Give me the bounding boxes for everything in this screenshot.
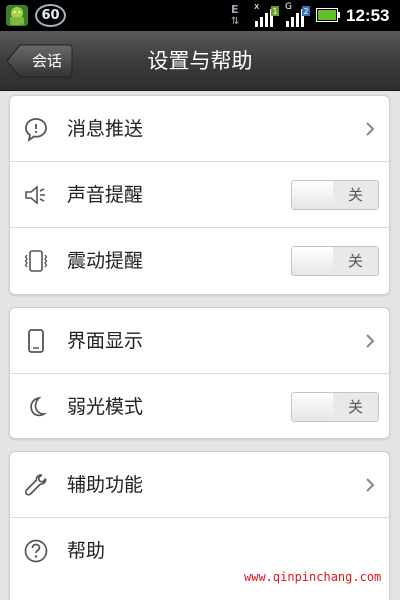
- row-label: 帮助: [67, 540, 106, 562]
- row-low-light-mode: 弱光模式 关: [10, 374, 389, 438]
- network-type-e: E: [231, 3, 239, 16]
- row-label: 消息推送: [67, 118, 144, 140]
- row-sound-alert: 声音提醒 关: [10, 162, 389, 228]
- android-app-icon: [6, 5, 28, 26]
- wrench-icon: [24, 474, 47, 496]
- moon-icon: [30, 396, 48, 417]
- toggle-knob: [292, 393, 334, 421]
- row-vibrate-alert: 震动提醒 关: [10, 228, 389, 294]
- settings-group-notifications: 消息推送 声音提醒 关 震动提醒 关: [9, 95, 390, 295]
- toggle-knob: [292, 247, 334, 275]
- back-button[interactable]: 会话: [6, 44, 73, 78]
- status-bar: 60 E ⇅ x 1 G 2 12:53: [0, 0, 400, 31]
- row-label: 声音提醒: [67, 184, 144, 206]
- settings-group-display: 界面显示 弱光模式 关: [9, 307, 390, 439]
- watermark: www.qinpinchang.com: [244, 570, 382, 584]
- row-message-push[interactable]: 消息推送: [10, 96, 389, 162]
- toggle-state-text: 关: [333, 393, 378, 421]
- vibrate-icon: [24, 250, 48, 272]
- row-accessibility[interactable]: 辅助功能: [10, 452, 389, 518]
- chevron-right-icon: [366, 334, 375, 348]
- sim2-label: 2: [303, 7, 308, 16]
- chevron-right-icon: [366, 478, 375, 492]
- sync-icon: ⇅: [231, 16, 240, 27]
- notification-count-badge: 60: [35, 4, 66, 27]
- sim1-label: 1: [272, 7, 277, 16]
- row-interface-display[interactable]: 界面显示: [10, 308, 389, 374]
- chevron-right-icon: [366, 122, 375, 136]
- title-bar: 设置与帮助 会话: [0, 31, 400, 91]
- toggle-state-text: 关: [333, 247, 378, 275]
- low-light-mode-toggle[interactable]: 关: [291, 392, 379, 422]
- speaker-icon: [25, 185, 45, 205]
- clock: 12:53: [346, 6, 390, 25]
- back-button-label: 会话: [31, 52, 62, 70]
- signal-sim1-icon: 1: [255, 6, 279, 27]
- help-icon: [24, 539, 48, 563]
- row-label: 震动提醒: [67, 250, 144, 272]
- message-bubble-icon: [25, 118, 47, 142]
- phone-screen-icon: [28, 329, 44, 353]
- sound-alert-toggle[interactable]: 关: [291, 180, 379, 210]
- row-label: 弱光模式: [67, 396, 144, 418]
- battery-icon: [316, 8, 340, 22]
- signal-sim2-icon: 2: [286, 6, 310, 27]
- row-label: 界面显示: [67, 330, 144, 352]
- row-label: 辅助功能: [67, 474, 144, 496]
- vibrate-alert-toggle[interactable]: 关: [291, 246, 379, 276]
- toggle-state-text: 关: [333, 181, 378, 209]
- toggle-knob: [292, 181, 334, 209]
